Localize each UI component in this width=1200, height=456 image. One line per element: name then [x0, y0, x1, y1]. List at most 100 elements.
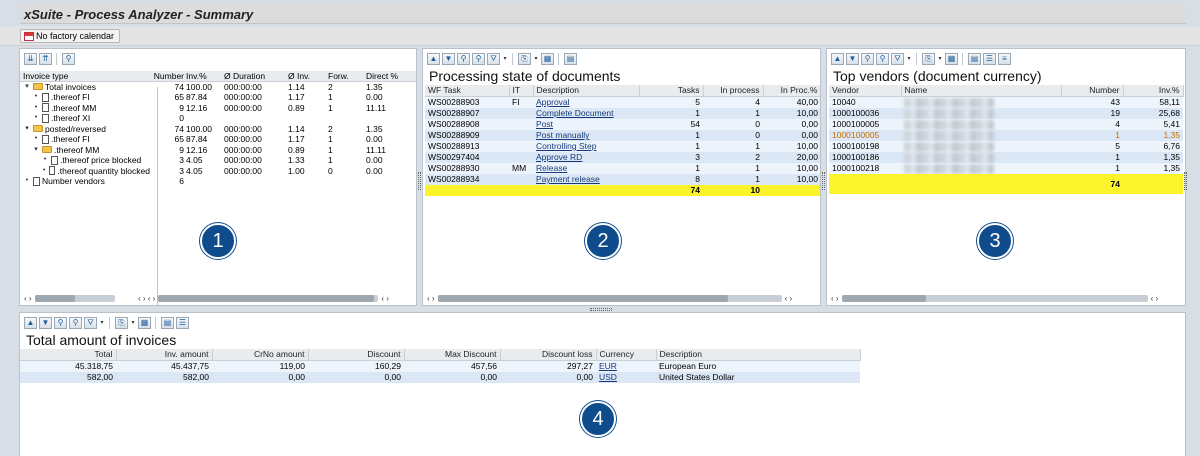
col-it[interactable]: IT: [509, 85, 534, 97]
find-icon[interactable]: ⚲: [62, 53, 75, 65]
col-forw[interactable]: Forw.: [328, 71, 366, 80]
table-row[interactable]: 1000100186 1 1,35: [829, 152, 1183, 163]
layout-icon[interactable]: ▦: [138, 317, 151, 329]
col-inv-pct[interactable]: Inv.%: [186, 71, 224, 80]
col-tasks[interactable]: Tasks: [639, 85, 704, 97]
table-row[interactable]: WS00288930 MM Release 1 1 10,00: [425, 163, 820, 174]
print-icon[interactable]: ▤: [564, 53, 577, 65]
table-row[interactable]: WS00297404 Approve RD 3 2 20,00: [425, 152, 820, 163]
tree-row[interactable]: • .thereof FI 65 87.84 000:00:00 1.17 1 0.00: [20, 92, 416, 103]
col-invoice-type[interactable]: Invoice type: [20, 71, 150, 81]
table-row[interactable]: 582,00 582,00 0,00 0,00 0,00 0,00 USD United St…: [20, 372, 860, 383]
table-row[interactable]: 1000100198 5 6,76: [829, 141, 1183, 152]
cell-description-link[interactable]: Complete Document: [533, 108, 639, 119]
tree-scrollbar-right[interactable]: ‹ › ‹ › ‹ ›: [138, 293, 414, 303]
grid-scrollbar-2[interactable]: ‹ › ‹ ›: [427, 293, 817, 303]
sort-descending-icon[interactable]: ▼: [39, 317, 52, 329]
cell-description-link[interactable]: Payment release: [533, 174, 639, 185]
col-vendor[interactable]: Vendor: [829, 85, 902, 97]
col-in-process[interactable]: In process: [703, 85, 764, 97]
sort-descending-icon[interactable]: ▼: [442, 53, 455, 65]
col-crno-amount[interactable]: CrNo amount: [212, 349, 309, 361]
table-row[interactable]: 10040 43 58,11: [829, 96, 1183, 108]
sort-ascending-icon[interactable]: ▲: [24, 317, 37, 329]
graphic-icon[interactable]: ≡: [998, 53, 1011, 65]
splitter-grip-3[interactable]: [1184, 172, 1187, 190]
col-discount[interactable]: Discount: [308, 349, 405, 361]
col-vendor-inv-pct[interactable]: Inv.%: [1123, 85, 1184, 97]
tree-row[interactable]: ▾ .thereof MM 9 12.16 000:00:00 0.89 1 11.11: [20, 145, 416, 156]
find-icon[interactable]: ⚲: [54, 317, 67, 329]
col-discount-loss[interactable]: Discount loss: [500, 349, 597, 361]
table-row[interactable]: WS00288909 Post manually 1 0 0,00: [425, 130, 820, 141]
no-factory-calendar-button[interactable]: No factory calendar: [20, 29, 121, 43]
sort-ascending-icon[interactable]: ▲: [427, 53, 440, 65]
tree-row[interactable]: • .thereof XI 0: [20, 113, 416, 124]
cell-description-link[interactable]: Release: [533, 163, 639, 174]
table-row[interactable]: WS00288907 Complete Document 1 1 10,00: [425, 108, 820, 119]
col-number[interactable]: Number: [150, 71, 186, 80]
col-max-discount[interactable]: Max Discount: [404, 349, 501, 361]
expand-toggle-icon[interactable]: ▾: [23, 124, 31, 135]
tree-scrollbar-left[interactable]: ‹ ›: [24, 293, 136, 303]
cell-currency-link[interactable]: USD: [596, 372, 656, 383]
print-icon[interactable]: ▤: [161, 317, 174, 329]
col-total[interactable]: Total: [20, 349, 117, 361]
tree-row[interactable]: ▾ posted/reversed 74 100.00 000:00:00 1.14 2 1.…: [20, 124, 416, 135]
expand-all-icon[interactable]: ⇊: [24, 53, 37, 65]
table-row[interactable]: WS00288903 FI Approval 5 4 40,00: [425, 96, 820, 108]
cell-description-link[interactable]: Post: [533, 119, 639, 130]
expand-toggle-icon[interactable]: ▾: [32, 145, 40, 156]
col-avg-inv[interactable]: Ø Inv.: [288, 71, 328, 80]
splitter-grip-1[interactable]: [418, 172, 421, 190]
col-inv-amount[interactable]: Inv. amount: [116, 349, 213, 361]
col-name[interactable]: Name: [901, 85, 1062, 97]
table-row[interactable]: 1000100036 19 25,68: [829, 108, 1183, 119]
expand-toggle-icon[interactable]: ▾: [23, 82, 31, 93]
cell-description-link[interactable]: Approval: [533, 96, 639, 108]
export-icon[interactable]: ⎘: [922, 53, 935, 65]
col-vendor-number[interactable]: Number: [1061, 85, 1124, 97]
col-duration[interactable]: Ø Duration: [224, 71, 288, 80]
tree-row[interactable]: • .thereof FI 65 87.84 000:00:00 1.17 1 0.00: [20, 134, 416, 145]
col-currency[interactable]: Currency: [596, 349, 657, 361]
sort-ascending-icon[interactable]: ▲: [831, 53, 844, 65]
cell-currency-link[interactable]: EUR: [596, 360, 656, 372]
table-row[interactable]: WS00288913 Controlling Step 1 1 10,00: [425, 141, 820, 152]
find-next-icon[interactable]: ⚲: [876, 53, 889, 65]
details-icon[interactable]: ☰: [983, 53, 996, 65]
table-row[interactable]: 45.318,75 45.437,75 119,00 160,29 457,56 297,…: [20, 360, 860, 372]
layout-icon[interactable]: ▦: [541, 53, 554, 65]
tree-row[interactable]: • Number vendors 6: [20, 176, 416, 187]
collapse-all-icon[interactable]: ⇈: [39, 53, 52, 65]
find-icon[interactable]: ⚲: [457, 53, 470, 65]
tree-row[interactable]: • .thereof price blocked 3 4.05 000:00:00 1.3…: [20, 155, 416, 166]
details-icon[interactable]: ☰: [176, 317, 189, 329]
table-row[interactable]: WS00288934 Payment release 8 1 10,00: [425, 174, 820, 185]
find-next-icon[interactable]: ⚲: [472, 53, 485, 65]
grid-scrollbar-3[interactable]: ‹ › ‹ ›: [831, 293, 1181, 303]
layout-icon[interactable]: ▦: [945, 53, 958, 65]
col-direct[interactable]: Direct %: [366, 71, 410, 80]
table-row[interactable]: 1000100005 4 5,41: [829, 119, 1183, 130]
table-row[interactable]: WS00288908 Post 54 0 0,00: [425, 119, 820, 130]
sort-descending-icon[interactable]: ▼: [846, 53, 859, 65]
filter-icon[interactable]: ⛛: [84, 317, 97, 329]
col-description[interactable]: Description: [656, 349, 861, 361]
print-icon[interactable]: ▤: [968, 53, 981, 65]
find-icon[interactable]: ⚲: [861, 53, 874, 65]
col-in-proc-pct[interactable]: In Proc.%: [763, 85, 820, 97]
filter-icon[interactable]: ⛛: [891, 53, 904, 65]
export-icon[interactable]: ⎘: [115, 317, 128, 329]
cell-description-link[interactable]: Controlling Step: [533, 141, 639, 152]
tree-row[interactable]: ▾ Total invoices 74 100.00 000:00:00 1.14 2 1.3…: [20, 82, 416, 93]
col-wf-task[interactable]: WF Task: [425, 85, 510, 97]
splitter-grip-2[interactable]: [822, 172, 825, 190]
tree-row[interactable]: • .thereof MM 9 12.16 000:00:00 0.89 1 11.11: [20, 103, 416, 114]
table-row[interactable]: 1000100218 1 1,35: [829, 163, 1183, 174]
cell-description-link[interactable]: Approve RD: [533, 152, 639, 163]
tree-row[interactable]: • .thereof quantity blocked 3 4.05 000:00:00…: [20, 166, 416, 177]
filter-icon[interactable]: ⛛: [487, 53, 500, 65]
splitter-grip-horizontal[interactable]: [590, 308, 612, 311]
table-row[interactable]: 1000100005 1 1,35: [829, 130, 1183, 141]
